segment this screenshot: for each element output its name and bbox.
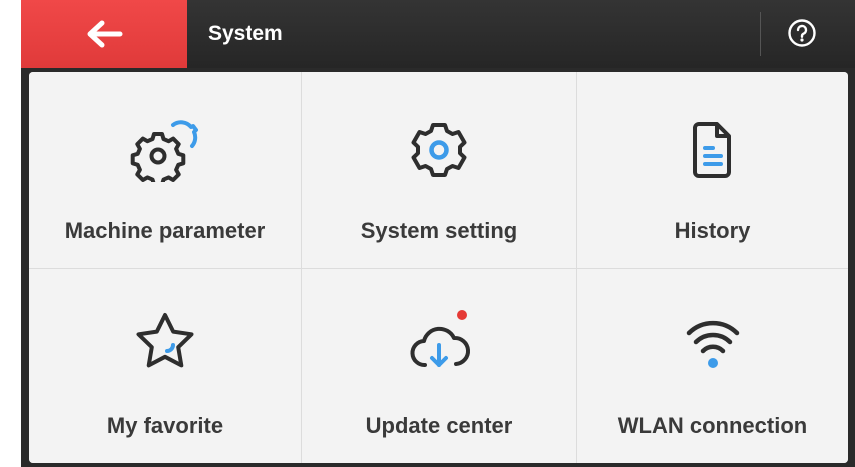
top-bar: System	[21, 0, 855, 68]
back-button[interactable]	[21, 0, 187, 68]
tile-history[interactable]: History	[577, 72, 848, 268]
star-icon	[129, 309, 201, 373]
cloud-download-icon	[403, 309, 475, 373]
wifi-icon	[677, 309, 749, 373]
tile-label: System setting	[360, 218, 518, 243]
document-icon	[677, 118, 749, 182]
tile-my-favorite[interactable]: My favorite	[29, 269, 301, 463]
help-button[interactable]	[787, 18, 817, 48]
notification-dot	[457, 310, 467, 320]
tile-label: Update center	[365, 413, 513, 438]
system-screen: System Machine parameter System setting …	[21, 0, 855, 467]
tile-label: WLAN connection	[617, 413, 808, 438]
question-circle-icon	[788, 19, 816, 47]
arrow-left-icon	[87, 20, 123, 48]
page-title: System	[208, 22, 283, 45]
tile-system-setting[interactable]: System setting	[302, 72, 576, 268]
tile-update-center[interactable]: Update center	[302, 269, 576, 463]
tile-label: History	[674, 218, 751, 243]
gears-icon	[129, 118, 201, 182]
tile-wlan-connection[interactable]: WLAN connection	[577, 269, 848, 463]
header-divider	[760, 12, 761, 56]
tile-machine-parameter[interactable]: Machine parameter	[29, 72, 301, 268]
gear-icon	[403, 118, 475, 182]
tile-label: My favorite	[106, 413, 224, 438]
menu-grid: Machine parameter System setting History…	[29, 72, 848, 463]
tile-label: Machine parameter	[64, 218, 266, 243]
